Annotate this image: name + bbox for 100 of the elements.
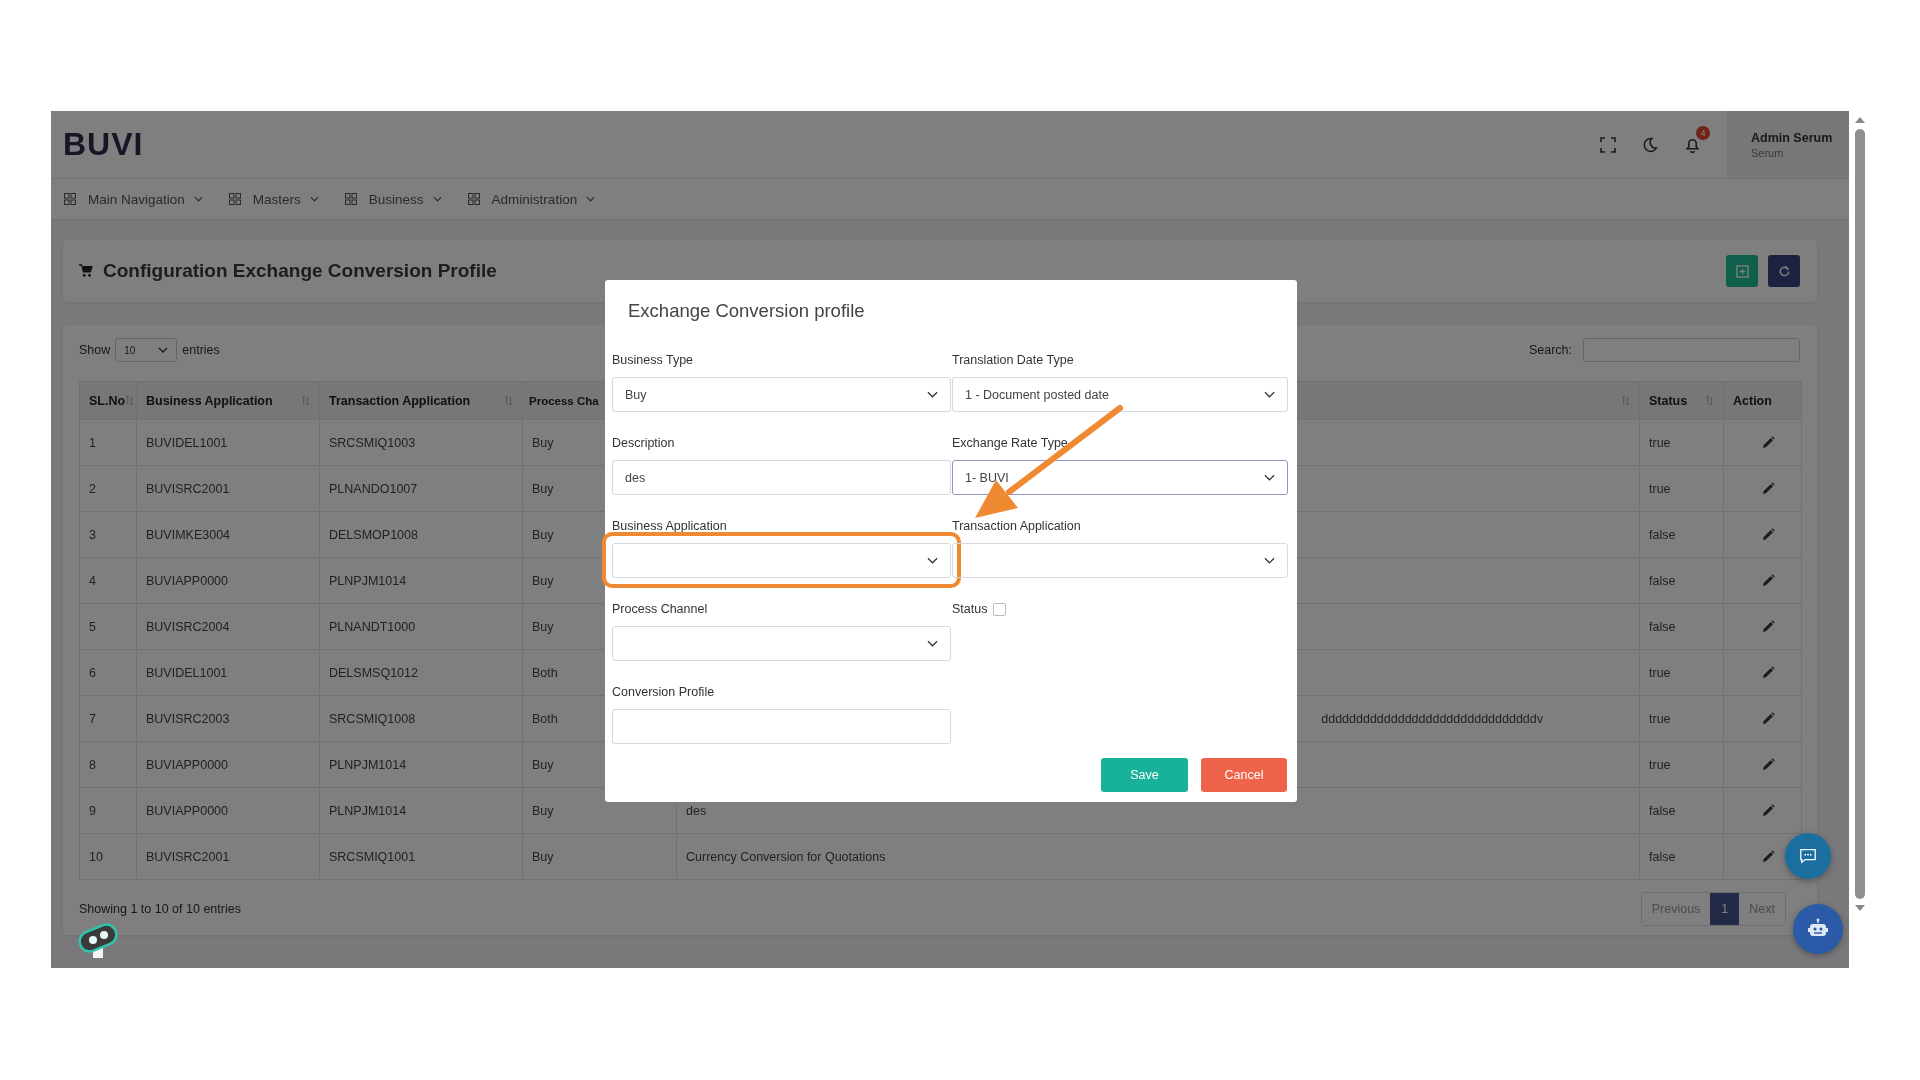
- chevron-down-icon: [927, 557, 938, 564]
- table-cell: SRCSMIQ1001: [329, 849, 416, 864]
- bell-icon[interactable]: [1684, 136, 1701, 153]
- page-size-select[interactable]: 10: [115, 338, 178, 362]
- scroll-up-icon[interactable]: [1854, 117, 1865, 123]
- table-cell: 9: [89, 803, 96, 818]
- entries-label: entries: [182, 343, 220, 357]
- table-cell: Buy: [532, 527, 554, 542]
- moon-icon[interactable]: [1642, 136, 1658, 153]
- cancel-button[interactable]: Cancel: [1201, 758, 1287, 792]
- status-checkbox[interactable]: [993, 603, 1007, 616]
- table-cell: true: [1649, 757, 1671, 772]
- table-cell: false: [1649, 527, 1676, 542]
- edit-icon[interactable]: [1762, 712, 1775, 725]
- edit-icon[interactable]: [1762, 574, 1775, 587]
- table-cell: BUVISRC2004: [146, 619, 230, 634]
- table-cell: Buy: [532, 757, 554, 772]
- table-cell: Buy: [532, 849, 554, 864]
- table-cell: PLNPJM1014: [329, 757, 407, 772]
- select-field[interactable]: [612, 543, 951, 578]
- table-cell: BUVISRC2001: [146, 849, 230, 864]
- chat-bubble-icon: [1799, 847, 1817, 865]
- table-cell: Buy: [532, 573, 554, 588]
- table-cell: false: [1649, 573, 1676, 588]
- nav-menu-item[interactable]: Main Navigation: [64, 191, 203, 207]
- fullscreen-icon[interactable]: [1600, 136, 1616, 153]
- edit-icon[interactable]: [1762, 804, 1775, 817]
- table-cell: BUVISRC2003: [146, 711, 230, 726]
- column-header[interactable]: Process Cha: [529, 394, 599, 407]
- field-label: Transaction Application: [952, 519, 1081, 534]
- chat-button[interactable]: [1785, 833, 1831, 879]
- table-cell: DELSMSQ1012: [329, 665, 418, 680]
- user-panel[interactable]: Admin Serum Serum: [1727, 111, 1849, 178]
- table-cell: true: [1649, 481, 1671, 496]
- table-cell: PLNPJM1014: [329, 803, 407, 818]
- field-label: Process Channel: [612, 602, 708, 617]
- nav-menu-item[interactable]: Masters: [228, 191, 319, 207]
- select-field[interactable]: Buy: [612, 377, 951, 412]
- edit-icon[interactable]: [1762, 850, 1775, 863]
- refresh-button[interactable]: [1768, 255, 1800, 287]
- text-field[interactable]: des: [612, 460, 951, 495]
- table-cell: BUVIDEL1001: [146, 435, 228, 450]
- table-cell: 8: [89, 757, 96, 772]
- column-header[interactable]: SL.No: [89, 393, 126, 408]
- save-button[interactable]: Save: [1101, 758, 1188, 792]
- table-cell: BUVIDEL1001: [146, 665, 228, 680]
- table-cell: false: [1649, 849, 1676, 864]
- grid-icon: [344, 193, 357, 205]
- chevron-down-icon: [927, 640, 938, 647]
- text-field[interactable]: [612, 709, 951, 744]
- table-cell: PLNANDT1000: [329, 619, 416, 634]
- chevron-down-icon: [193, 196, 203, 202]
- select-field[interactable]: [952, 543, 1288, 578]
- select-field[interactable]: [612, 626, 951, 661]
- column-header[interactable]: Transaction Application: [329, 393, 471, 408]
- edit-icon[interactable]: [1762, 758, 1775, 771]
- field-label: Status: [952, 602, 988, 617]
- scroll-down-icon[interactable]: [1854, 905, 1865, 911]
- select-field[interactable]: 1- BUVI: [952, 460, 1288, 495]
- pagination-button[interactable]: 1: [1710, 893, 1740, 925]
- column-header[interactable]: Business Application: [146, 393, 273, 408]
- select-field[interactable]: 1 - Document posted date: [952, 377, 1288, 412]
- cart-icon: [79, 264, 93, 278]
- table-cell: dddddddddddddddddddddddddddddddv: [1321, 711, 1543, 726]
- table-cell: 7: [89, 711, 96, 726]
- table-cell: true: [1649, 711, 1671, 726]
- table-cell: false: [1649, 619, 1676, 634]
- assistant-button[interactable]: [1793, 904, 1843, 954]
- table-cell: Both: [532, 665, 558, 680]
- table-cell: 3: [89, 527, 96, 542]
- grid-icon: [64, 193, 76, 205]
- chevron-down-icon: [1264, 557, 1275, 564]
- nav-menu-item[interactable]: Business: [344, 191, 442, 207]
- edit-icon[interactable]: [1762, 528, 1775, 541]
- table-cell: 4: [89, 573, 96, 588]
- nav-menu-item[interactable]: Administration: [467, 191, 596, 207]
- table-cell: Buy: [532, 481, 554, 496]
- field-label: Business Type: [612, 353, 694, 368]
- edit-icon[interactable]: [1762, 666, 1775, 679]
- field-label: Conversion Profile: [612, 685, 715, 700]
- table-cell: Both: [532, 711, 558, 726]
- scrollbar-thumb[interactable]: [1854, 129, 1865, 899]
- refresh-icon: [1777, 264, 1791, 278]
- table-cell: BUVIAPP0000: [146, 573, 228, 588]
- search-label: Search:: [1528, 343, 1572, 357]
- field-label: Description: [612, 436, 675, 451]
- chevron-down-icon: [158, 347, 169, 353]
- user-role: Serum: [1751, 146, 1785, 159]
- chevron-down-icon: [927, 391, 938, 398]
- table-cell: PLNPJM1014: [329, 573, 407, 588]
- chevron-down-icon: [1264, 474, 1275, 481]
- show-label: Show: [79, 343, 111, 357]
- edit-icon[interactable]: [1762, 436, 1775, 449]
- search-field[interactable]: [1583, 338, 1800, 362]
- modal-title: Exchange Conversion profile: [627, 299, 866, 323]
- column-header[interactable]: Action: [1733, 393, 1772, 408]
- edit-icon[interactable]: [1762, 482, 1775, 495]
- field-label: Exchange Rate Type: [952, 436, 1068, 451]
- edit-icon[interactable]: [1762, 620, 1775, 633]
- column-header[interactable]: Status: [1649, 393, 1688, 408]
